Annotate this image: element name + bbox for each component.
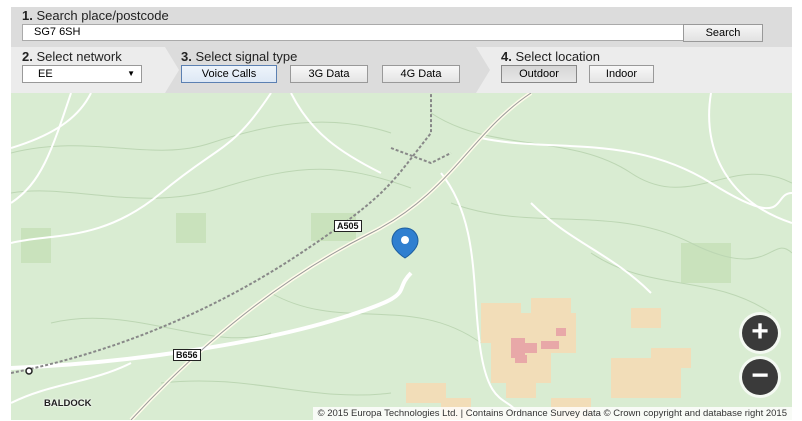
step2-heading: 2. Select network [22,49,122,64]
search-button[interactable]: Search [683,24,763,42]
zoom-out-button[interactable]: − [742,359,778,395]
station-icon [25,367,33,375]
3g-data-button[interactable]: 3G Data [290,65,368,83]
step1-heading: 1. Search place/postcode [22,8,169,23]
voice-calls-button[interactable]: Voice Calls [181,65,277,83]
coverage-map[interactable]: A505 B656 BALDOCK + − © 2015 Europa Tech… [11,93,792,420]
postcode-search-input[interactable] [22,24,690,41]
4g-data-button[interactable]: 4G Data [382,65,460,83]
map-attribution: © 2015 Europa Technologies Ltd. | Contai… [312,407,792,420]
network-select[interactable]: EE ▼ [22,65,142,83]
plus-icon: + [751,315,769,348]
minus-icon: − [751,359,769,392]
urban-area [406,298,691,420]
outdoor-button[interactable]: Outdoor [501,65,577,83]
network-select-value: EE [38,68,53,80]
step3-heading: 3. Select signal type [181,49,298,64]
road-label-b656: B656 [173,349,201,361]
coverage-checker: 1. Search place/postcode Search 2. Selec… [0,0,802,421]
step4-heading: 4. Select location [501,49,601,64]
zoom-in-button[interactable]: + [742,315,778,351]
place-label-baldock: BALDOCK [44,398,92,409]
chevron-down-icon: ▼ [127,69,135,78]
indoor-button[interactable]: Indoor [589,65,654,83]
main-roads [11,93,533,420]
location-pin-icon [391,227,419,259]
map-tiles [11,93,792,420]
road-label-a505: A505 [334,220,362,232]
